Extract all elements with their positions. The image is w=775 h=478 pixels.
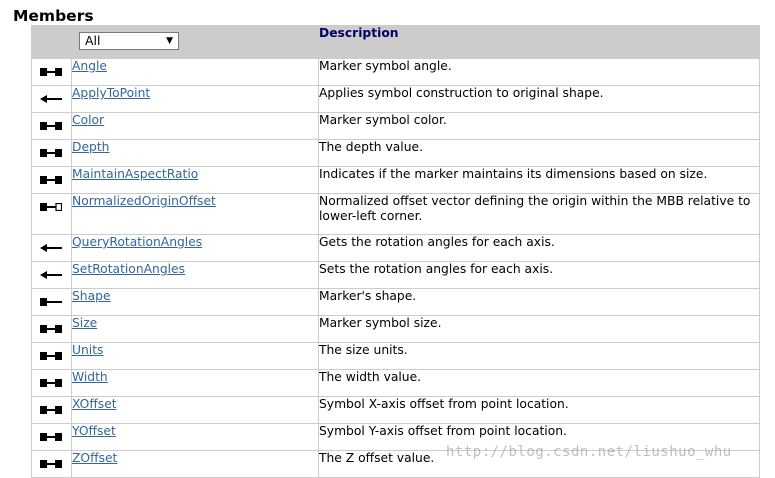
table-row: ZOffset The Z offset value. xyxy=(31,450,760,478)
member-description: Symbol X-axis offset from point location… xyxy=(318,396,760,424)
write-by-reference-property-icon xyxy=(40,203,62,211)
member-link-width[interactable]: Width xyxy=(72,370,108,384)
member-description: Symbol Y-axis offset from point location… xyxy=(318,423,760,451)
table-row: Color Marker symbol color. xyxy=(31,112,760,140)
members-table: All ▼ Description Angle Marker symbol ang… xyxy=(31,25,760,478)
member-link-applytopoint[interactable]: ApplyToPoint xyxy=(72,86,150,100)
member-name-cell: Angle xyxy=(71,58,319,86)
member-type-cell xyxy=(31,58,72,86)
table-row: MaintainAspectRatio Indicates if the mark… xyxy=(31,166,760,194)
member-link-size[interactable]: Size xyxy=(72,316,97,330)
member-type-cell xyxy=(31,234,72,262)
member-description: Gets the rotation angles for each axis. xyxy=(318,234,760,262)
member-name-cell: Shape xyxy=(71,288,319,316)
member-link-queryrotationangles[interactable]: QueryRotationAngles xyxy=(72,235,202,249)
table-row: QueryRotationAngles Gets the rotation ang… xyxy=(31,234,760,262)
method-icon xyxy=(40,95,62,103)
member-type-cell xyxy=(31,139,72,167)
table-row: SetRotationAngles Sets the rotation angle… xyxy=(31,261,760,289)
table-row: YOffset Symbol Y-axis offset from point l… xyxy=(31,423,760,451)
member-description: Applies symbol construction to original … xyxy=(318,85,760,113)
member-type-cell xyxy=(31,423,72,451)
table-row: Units The size units. xyxy=(31,342,760,370)
table-row: ApplyToPoint Applies symbol construction … xyxy=(31,85,760,113)
member-description: Marker's shape. xyxy=(318,288,760,316)
read-write-property-icon xyxy=(40,68,62,76)
member-type-cell xyxy=(31,342,72,370)
member-type-cell xyxy=(31,85,72,113)
read-write-property-icon xyxy=(40,176,62,184)
table-row: XOffset Symbol X-axis offset from point l… xyxy=(31,396,760,424)
member-type-cell xyxy=(31,315,72,343)
member-type-cell xyxy=(31,369,72,397)
member-type-cell xyxy=(31,288,72,316)
read-write-property-icon xyxy=(40,379,62,387)
member-name-cell: YOffset xyxy=(71,423,319,451)
member-type-cell xyxy=(31,450,72,478)
table-row: Depth The depth value. xyxy=(31,139,760,167)
member-link-units[interactable]: Units xyxy=(72,343,103,357)
member-link-depth[interactable]: Depth xyxy=(72,140,109,154)
member-name-cell: Depth xyxy=(71,139,319,167)
dropdown-arrow-icon[interactable]: ▼ xyxy=(166,33,173,49)
member-type-cell xyxy=(31,261,72,289)
read-write-property-icon xyxy=(40,460,62,468)
member-link-color[interactable]: Color xyxy=(72,113,104,127)
member-type-cell xyxy=(31,112,72,140)
read-write-property-icon xyxy=(40,325,62,333)
member-description: The width value. xyxy=(318,369,760,397)
section-title: Members xyxy=(13,7,94,25)
table-header-row: All ▼ Description xyxy=(31,25,760,59)
member-description: The Z offset value. xyxy=(318,450,760,478)
member-filter-select[interactable]: All ▼ xyxy=(79,32,179,50)
table-row: Angle Marker symbol angle. xyxy=(31,58,760,86)
description-column-header: Description xyxy=(318,25,760,59)
member-link-shape[interactable]: Shape xyxy=(72,289,111,303)
read-only-property-icon xyxy=(40,298,62,306)
member-link-setrotationangles[interactable]: SetRotationAngles xyxy=(72,262,185,276)
member-description: Marker symbol size. xyxy=(318,315,760,343)
table-row: Width The width value. xyxy=(31,369,760,397)
member-description: Normalized offset vector defining the or… xyxy=(318,193,760,235)
member-filter-value: All xyxy=(85,33,101,48)
member-link-xoffset[interactable]: XOffset xyxy=(72,397,117,411)
member-name-cell: Width xyxy=(71,369,319,397)
table-row: Size Marker symbol size. xyxy=(31,315,760,343)
read-write-property-icon xyxy=(40,149,62,157)
member-name-cell: SetRotationAngles xyxy=(71,261,319,289)
member-name-cell: QueryRotationAngles xyxy=(71,234,319,262)
member-name-cell: ZOffset xyxy=(71,450,319,478)
member-name-cell: Color xyxy=(71,112,319,140)
member-link-normalizedoriginoffset[interactable]: NormalizedOriginOffset xyxy=(72,194,216,208)
member-name-cell: Size xyxy=(71,315,319,343)
member-type-cell xyxy=(31,166,72,194)
member-link-maintainaspectratio[interactable]: MaintainAspectRatio xyxy=(72,167,198,181)
member-description: Marker symbol color. xyxy=(318,112,760,140)
read-write-property-icon xyxy=(40,433,62,441)
member-name-cell: MaintainAspectRatio xyxy=(71,166,319,194)
member-description: Indicates if the marker maintains its di… xyxy=(318,166,760,194)
method-icon xyxy=(40,271,62,279)
member-description: The size units. xyxy=(318,342,760,370)
member-link-angle[interactable]: Angle xyxy=(72,59,107,73)
member-link-yoffset[interactable]: YOffset xyxy=(72,424,116,438)
method-icon xyxy=(40,244,62,252)
member-name-cell: Units xyxy=(71,342,319,370)
table-row: NormalizedOriginOffset Normalized offset … xyxy=(31,193,760,235)
member-name-cell: XOffset xyxy=(71,396,319,424)
table-row: Shape Marker's shape. xyxy=(31,288,760,316)
read-write-property-icon xyxy=(40,122,62,130)
member-type-cell xyxy=(31,396,72,424)
member-name-cell: NormalizedOriginOffset xyxy=(71,193,319,235)
read-write-property-icon xyxy=(40,406,62,414)
member-description: Marker symbol angle. xyxy=(318,58,760,86)
member-link-zoffset[interactable]: ZOffset xyxy=(72,451,117,465)
member-name-cell: ApplyToPoint xyxy=(71,85,319,113)
filter-header: All ▼ xyxy=(31,25,319,59)
member-description: The depth value. xyxy=(318,139,760,167)
member-type-cell xyxy=(31,193,72,235)
member-description: Sets the rotation angles for each axis. xyxy=(318,261,760,289)
read-write-property-icon xyxy=(40,352,62,360)
